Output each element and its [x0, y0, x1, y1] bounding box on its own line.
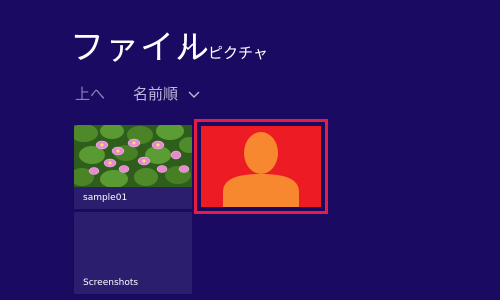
folder-tile-screenshots[interactable]: Screenshots [74, 212, 192, 294]
chevron-down-icon[interactable] [181, 42, 195, 52]
up-button[interactable]: 上へ [75, 85, 105, 103]
sort-chevron-down-icon[interactable] [188, 91, 200, 99]
person-icon [223, 132, 299, 207]
location-label[interactable]: ピクチャ [208, 44, 268, 62]
folder-name-label: Screenshots [83, 278, 139, 288]
sort-button[interactable]: 名前順 [133, 85, 178, 103]
file-tile-selected[interactable] [194, 119, 328, 214]
water-lily-photo-thumbnail [74, 125, 192, 187]
file-name-label: sample01 [83, 193, 128, 203]
file-tile-sample01[interactable]: sample01 [74, 125, 192, 209]
thumbnail-background [201, 126, 321, 207]
